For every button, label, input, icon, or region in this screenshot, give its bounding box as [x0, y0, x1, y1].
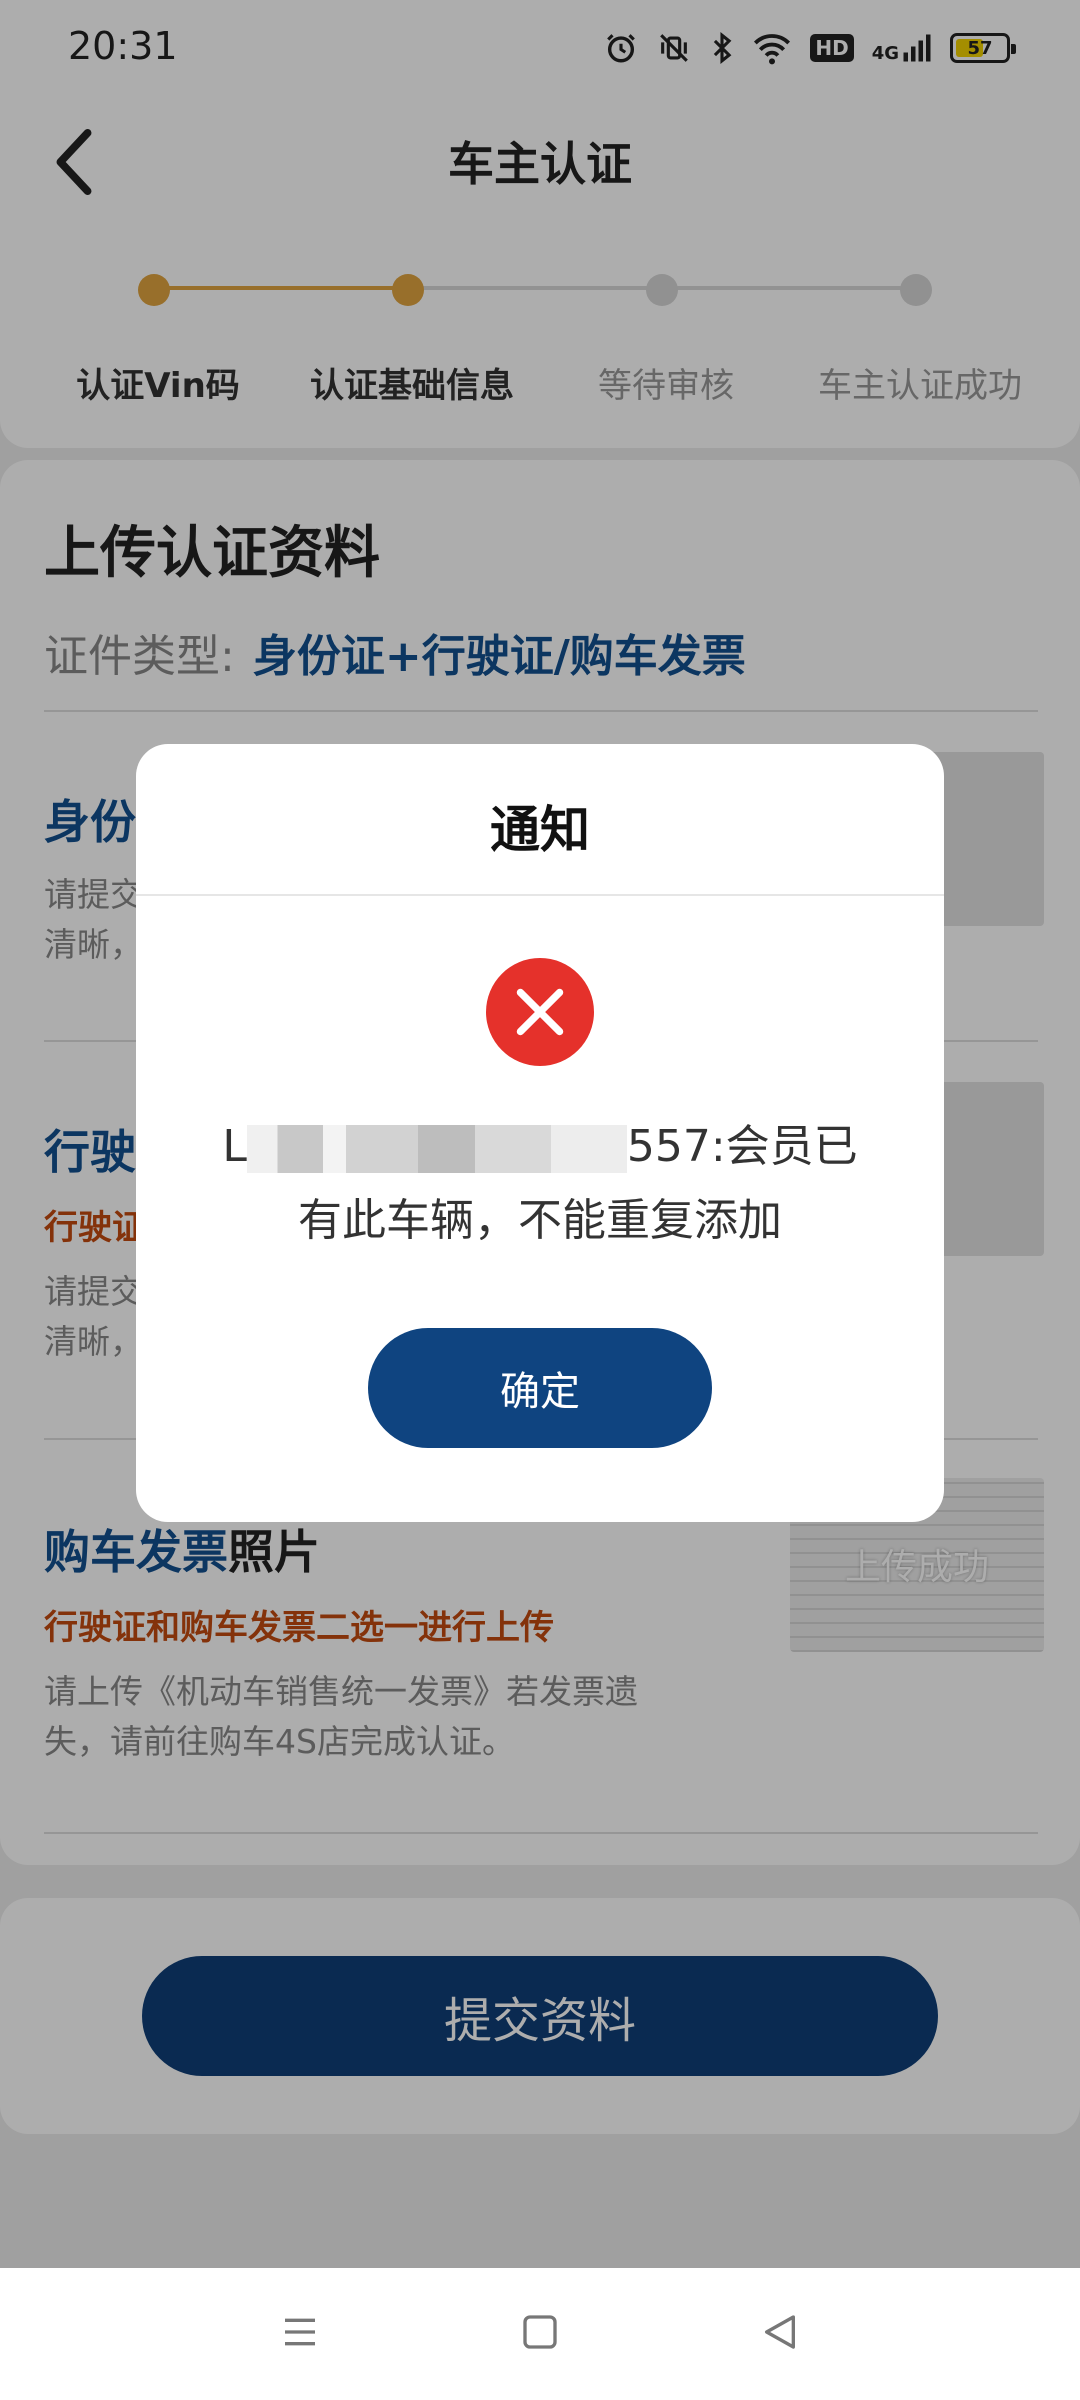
message-suffix: 557:会员已	[626, 1121, 858, 1172]
message-line-2: 有此车辆，不能重复添加	[298, 1195, 782, 1246]
notification-dialog: 通知 L 557:会员已 有此车辆，不能重复添加 确定	[136, 744, 944, 1522]
dialog-message: L 557:会员已 有此车辆，不能重复添加	[176, 1110, 904, 1258]
dialog-divider	[136, 894, 944, 896]
app-screen: 20:31 HD 4G 57 车主认证 认证Vin码 认证基础信息 等待审核 车…	[0, 0, 1080, 2400]
menu-nav-button[interactable]	[280, 2312, 320, 2356]
message-prefix: L	[222, 1121, 247, 1172]
home-square-icon	[523, 2315, 557, 2349]
redacted-vin	[246, 1125, 627, 1173]
menu-icon	[285, 2318, 315, 2346]
error-icon	[486, 958, 594, 1066]
confirm-button[interactable]: 确定	[368, 1328, 712, 1448]
navigation-bar	[0, 2268, 1080, 2400]
back-nav-button[interactable]	[760, 2312, 800, 2356]
dialog-title: 通知	[490, 801, 590, 859]
home-nav-button[interactable]	[520, 2312, 560, 2356]
triangle-back-icon	[765, 2315, 795, 2349]
